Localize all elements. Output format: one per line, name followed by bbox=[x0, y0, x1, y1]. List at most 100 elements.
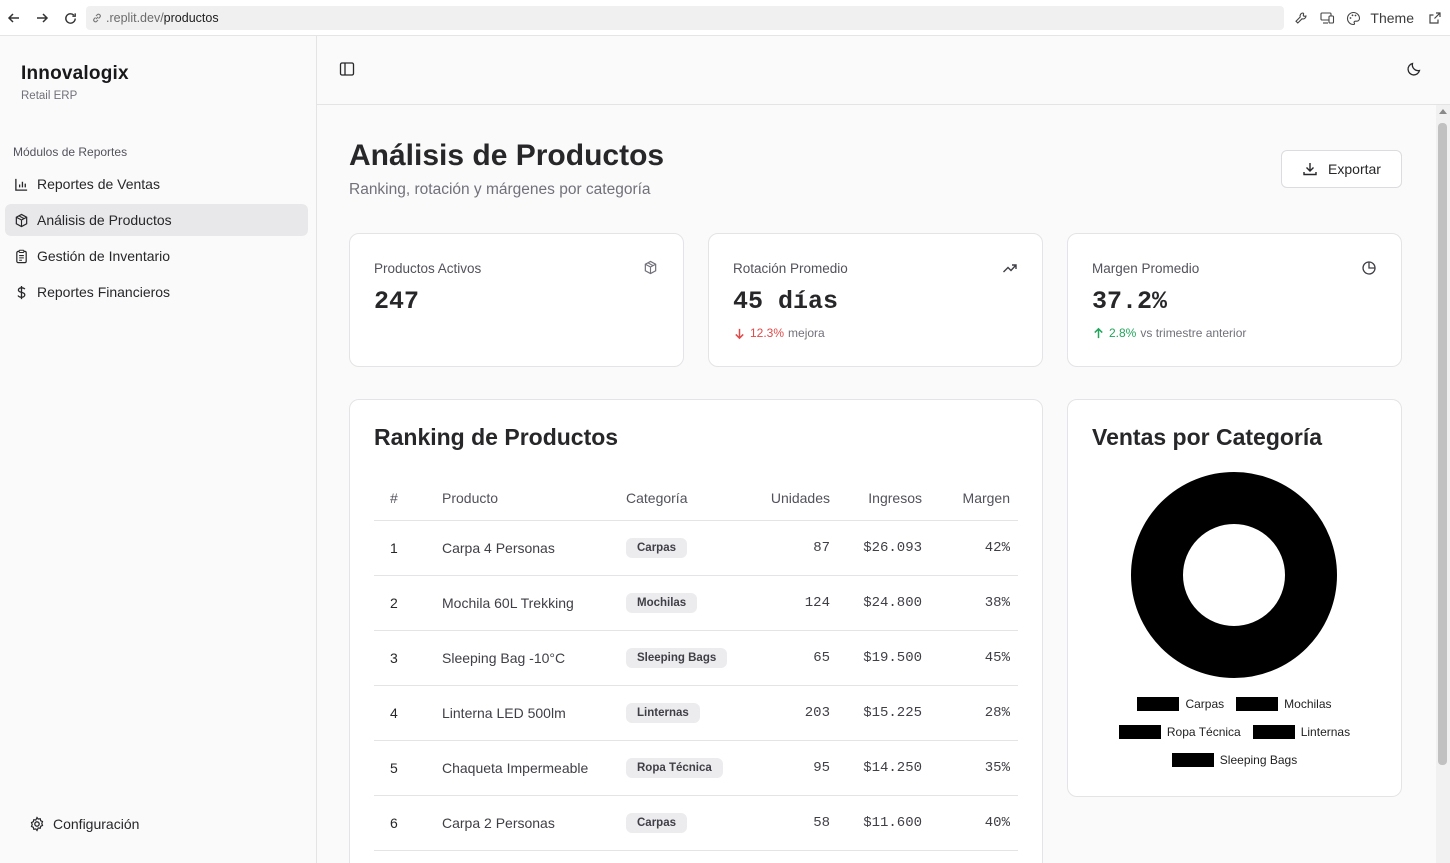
link-icon bbox=[90, 11, 104, 25]
legend-item[interactable]: Carpas bbox=[1137, 697, 1224, 711]
col-ingresos: Ingresos bbox=[838, 476, 930, 521]
cell-rank: 2 bbox=[374, 575, 434, 631]
table-row[interactable]: 6 Carpa 2 Personas Carpas 58 $11.600 40% bbox=[374, 795, 1018, 851]
cell-margin: 38% bbox=[930, 575, 1018, 631]
brand-subtitle: Retail ERP bbox=[21, 90, 78, 102]
cell-product: Mochila 60L Trekking bbox=[434, 575, 618, 631]
sidebar-item-gestion-inventario[interactable]: Gestión de Inventario bbox=[5, 240, 308, 272]
cell-revenue: $26.093 bbox=[838, 520, 930, 576]
main-content: Análisis de Productos Ranking, rotación … bbox=[317, 105, 1435, 863]
cell-margin: 45% bbox=[930, 630, 1018, 686]
category-badge: Mochilas bbox=[626, 592, 698, 613]
dollar-icon bbox=[13, 284, 29, 300]
url-domain: .replit.dev/ bbox=[106, 11, 164, 25]
cell-product: Sleeping Bag -10°C bbox=[434, 630, 618, 686]
legend-item[interactable]: Linternas bbox=[1252, 725, 1351, 739]
scroll-up-icon[interactable] bbox=[1439, 109, 1447, 114]
category-badge: Ropa Técnica bbox=[626, 757, 723, 778]
table-row[interactable]: 1 Carpa 4 Personas Carpas 87 $26.093 42% bbox=[374, 520, 1018, 576]
gear-icon bbox=[29, 816, 45, 832]
category-badge: Sleeping Bags bbox=[626, 647, 728, 668]
kpi-label: Rotación Promedio bbox=[733, 261, 848, 276]
devices-icon[interactable] bbox=[1318, 9, 1336, 27]
export-button[interactable]: Exportar bbox=[1281, 150, 1402, 188]
legend-label: Linternas bbox=[1300, 725, 1351, 739]
donut-chart bbox=[1131, 472, 1337, 678]
page-subtitle: Ranking, rotación y márgenes por categor… bbox=[349, 181, 651, 198]
cell-revenue: $11.600 bbox=[838, 795, 930, 851]
url-path: productos bbox=[163, 11, 219, 25]
forward-icon[interactable] bbox=[28, 4, 56, 32]
legend-swatch bbox=[1137, 697, 1180, 711]
cell-product: Linterna LED 500lm bbox=[434, 685, 618, 741]
address-bar[interactable]: .replit.dev/productos bbox=[86, 6, 1284, 30]
cell-margin: 40% bbox=[930, 795, 1018, 851]
sidebar-item-reportes-ventas[interactable]: Reportes de Ventas bbox=[5, 168, 308, 200]
vertical-scrollbar[interactable] bbox=[1436, 105, 1450, 863]
page-title: Análisis de Productos bbox=[349, 139, 665, 172]
cell-revenue: $24.800 bbox=[838, 575, 930, 631]
cell-units: 124 bbox=[748, 575, 838, 631]
cell-product: Chaqueta Impermeable bbox=[434, 740, 618, 796]
col-margen: Margen bbox=[930, 476, 1018, 521]
clipboard-icon bbox=[13, 248, 29, 264]
col-producto: Producto bbox=[434, 476, 618, 521]
kpi-delta-value: 2.8% bbox=[1109, 326, 1137, 340]
browser-chrome: .replit.dev/productos Theme bbox=[0, 0, 1450, 36]
legend-label: Ropa Técnica bbox=[1166, 725, 1241, 739]
reload-icon[interactable] bbox=[56, 4, 84, 32]
external-link-icon[interactable] bbox=[1426, 9, 1444, 27]
cell-rank: 3 bbox=[374, 630, 434, 686]
ranking-table: # Producto Categoría Unidades Ingresos M… bbox=[374, 476, 1018, 851]
cell-rank: 5 bbox=[374, 740, 434, 796]
table-row[interactable]: 2 Mochila 60L Trekking Mochilas 124 $24.800 3… bbox=[374, 575, 1018, 631]
cell-category: Linternas bbox=[618, 685, 748, 741]
moon-icon[interactable] bbox=[1406, 61, 1424, 79]
legend-swatch bbox=[1171, 753, 1214, 767]
ranking-card: Ranking de Productos # Producto Categorí… bbox=[349, 399, 1043, 863]
legend-item[interactable]: Mochilas bbox=[1236, 697, 1332, 711]
table-row[interactable]: 5 Chaqueta Impermeable Ropa Técnica 95 $14.2… bbox=[374, 740, 1018, 796]
package-icon bbox=[643, 260, 659, 276]
kpi-card-rotacion-promedio: Rotación Promedio 45 días 12.3% mejora bbox=[708, 233, 1043, 367]
cell-revenue: $19.500 bbox=[838, 630, 930, 686]
cell-units: 95 bbox=[748, 740, 838, 796]
settings-button[interactable]: Configuración bbox=[29, 816, 139, 832]
legend-item[interactable]: Sleeping Bags bbox=[1171, 753, 1298, 767]
sidebar-toggle-icon[interactable] bbox=[339, 61, 357, 79]
cell-rank: 1 bbox=[374, 520, 434, 576]
col-categoria: Categoría bbox=[618, 476, 748, 521]
theme-label[interactable]: Theme bbox=[1370, 10, 1414, 26]
kpi-value: 247 bbox=[374, 287, 420, 316]
brand: Innovalogix Retail ERP bbox=[21, 63, 129, 102]
arrow-down-icon bbox=[733, 327, 746, 340]
cell-rank: 6 bbox=[374, 795, 434, 851]
cell-margin: 28% bbox=[930, 685, 1018, 741]
legend-swatch bbox=[1236, 697, 1279, 711]
kpi-card-productos-activos: Productos Activos 247 bbox=[349, 233, 684, 367]
back-icon[interactable] bbox=[0, 4, 28, 32]
wrench-icon[interactable] bbox=[1292, 9, 1310, 27]
cell-units: 87 bbox=[748, 520, 838, 576]
legend-label: Sleeping Bags bbox=[1219, 753, 1298, 767]
table-row[interactable]: 3 Sleeping Bag -10°C Sleeping Bags 65 $19.50… bbox=[374, 630, 1018, 686]
scrollbar-thumb[interactable] bbox=[1438, 123, 1447, 765]
sidebar-item-label: Análisis de Productos bbox=[37, 212, 172, 228]
kpi-delta-value: 12.3% bbox=[750, 326, 785, 340]
donut-ring bbox=[1131, 472, 1337, 678]
sidebar-item-analisis-productos[interactable]: Análisis de Productos bbox=[5, 204, 308, 236]
sidebar-item-label: Reportes Financieros bbox=[37, 284, 171, 300]
col-rank: # bbox=[374, 476, 434, 521]
sidebar: Innovalogix Retail ERP Módulos de Report… bbox=[0, 36, 317, 863]
sidebar-item-reportes-financieros[interactable]: Reportes Financieros bbox=[5, 276, 308, 308]
cell-product: Carpa 4 Personas bbox=[434, 520, 618, 576]
cell-rank: 4 bbox=[374, 685, 434, 741]
legend-item[interactable]: Ropa Técnica bbox=[1118, 725, 1241, 739]
legend-label: Carpas bbox=[1185, 697, 1225, 711]
kpi-value: 37.2% bbox=[1092, 287, 1168, 316]
cell-margin: 42% bbox=[930, 520, 1018, 576]
sidebar-item-label: Gestión de Inventario bbox=[37, 248, 171, 264]
cell-units: 58 bbox=[748, 795, 838, 851]
table-row[interactable]: 4 Linterna LED 500lm Linternas 203 $15.225 28… bbox=[374, 685, 1018, 741]
palette-icon[interactable] bbox=[1344, 9, 1362, 27]
